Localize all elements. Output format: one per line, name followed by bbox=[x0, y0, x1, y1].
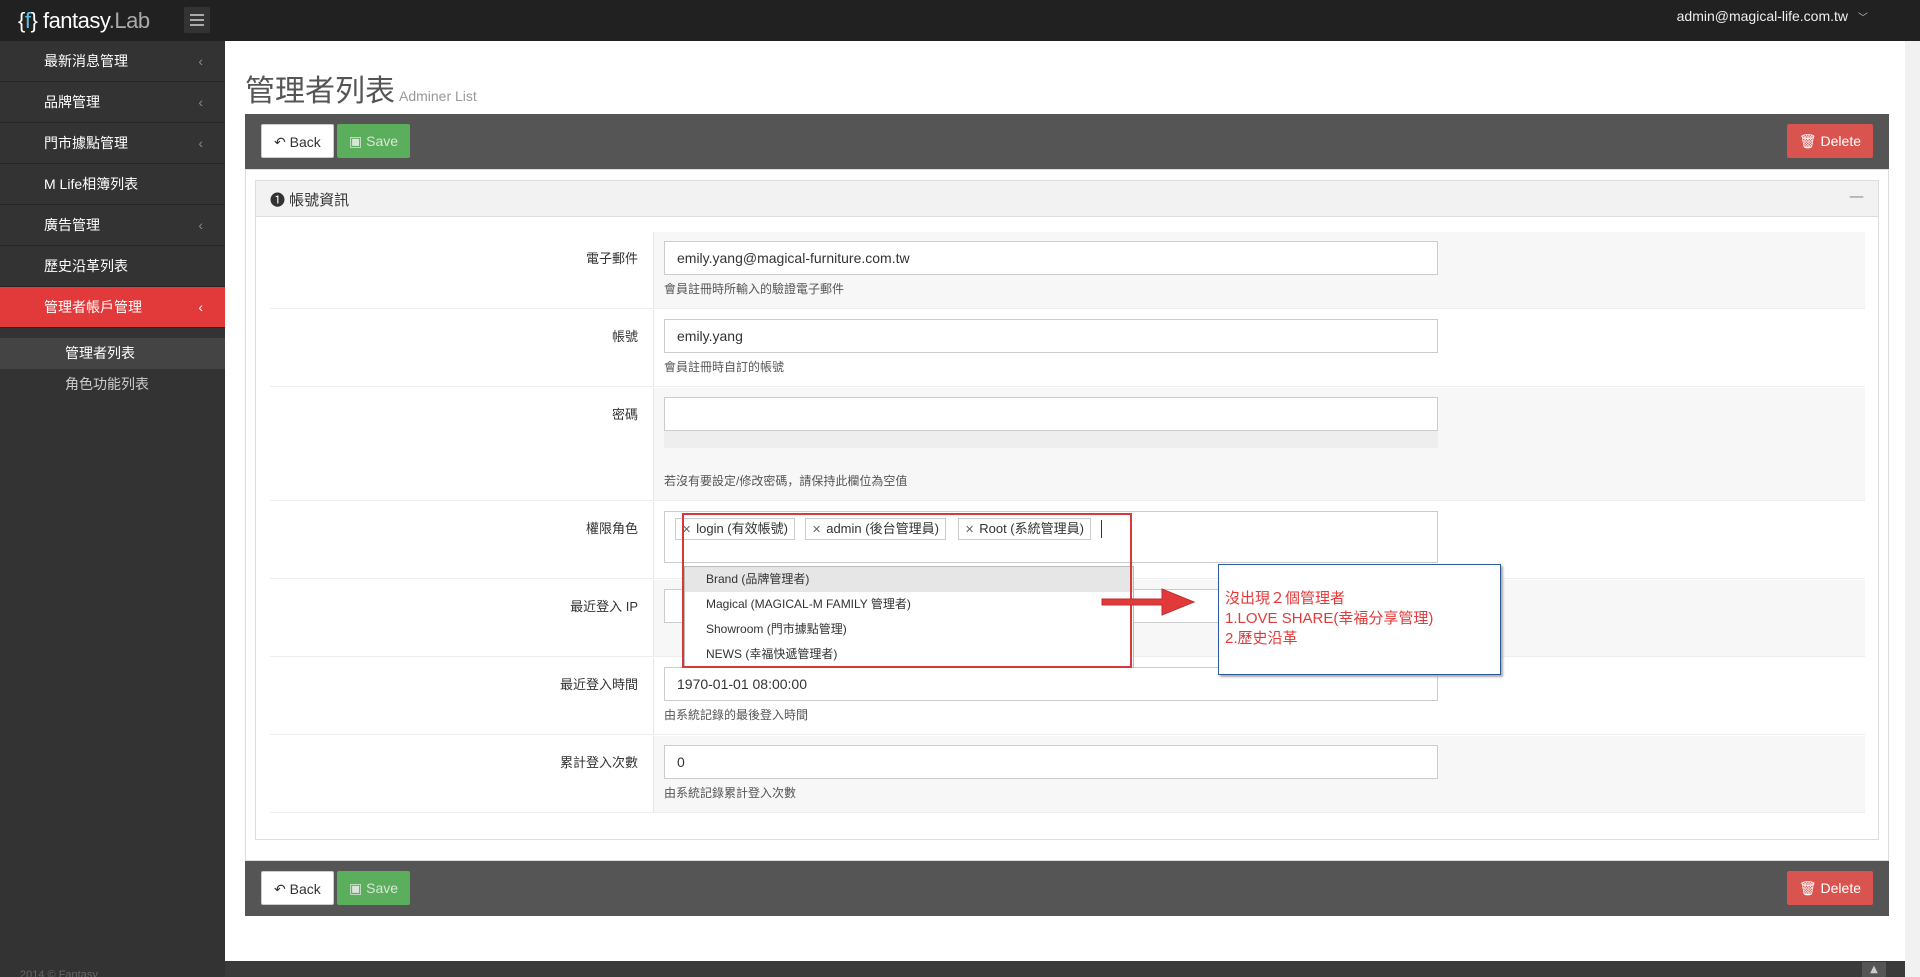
annotation-callout: 沒出現２個管理者 1.LOVE SHARE(幸福分享管理) 2.歷史沿革 bbox=[1218, 564, 1501, 675]
email-label: 電子郵件 bbox=[270, 232, 654, 308]
save-button[interactable]: ▣ Save bbox=[337, 871, 411, 905]
roles-label: 權限角色 bbox=[270, 502, 654, 578]
form-row-email: 電子郵件 emily.yang@magical-furniture.com.tw… bbox=[270, 232, 1865, 309]
highlight-box bbox=[682, 513, 1132, 668]
collapse-icon[interactable]: — bbox=[1849, 187, 1864, 205]
sidebar-item-albums[interactable]: M Life相簿列表 bbox=[0, 164, 225, 205]
sidebar-subitem-role-list[interactable]: 角色功能列表 bbox=[0, 369, 225, 400]
form-row-login-count: 累計登入次數 0 由系統記錄累計登入次數 bbox=[270, 736, 1865, 813]
footer-bar bbox=[225, 961, 1905, 977]
email-help: 會員註冊時所輸入的驗證電子郵件 bbox=[664, 282, 845, 296]
reply-icon: ↶ bbox=[274, 134, 290, 150]
top-toolbar: ↶ Back ▣ Save 🗑 Delete bbox=[245, 114, 1889, 169]
back-label: Back bbox=[289, 881, 321, 897]
account-panel-inner: ➊ 帳號資訊 — 電子郵件 emily.yang@magical-furnitu… bbox=[255, 180, 1879, 840]
account-help: 會員註冊時自訂的帳號 bbox=[664, 360, 785, 374]
menu-toggle-button[interactable] bbox=[184, 7, 210, 33]
page-title-main: 管理者列表 bbox=[245, 75, 395, 108]
annotation-arrow-icon bbox=[1101, 588, 1196, 616]
delete-button[interactable]: 🗑 Delete bbox=[1786, 124, 1873, 158]
page-subtitle: Adminer List bbox=[399, 88, 477, 104]
panel-title-text: 帳號資訊 bbox=[289, 192, 350, 209]
chevron-left-icon: ‹ bbox=[198, 135, 203, 151]
password-strength-bar bbox=[664, 431, 1438, 448]
sidebar-item-label: 門市據點管理 bbox=[44, 135, 128, 151]
save-label: Save bbox=[366, 133, 399, 149]
user-email: admin@magical-life.com.tw bbox=[1676, 8, 1848, 24]
password-help: 若沒有要設定/修改密碼，請保持此欄位為空值 bbox=[664, 474, 908, 488]
logo-name: fantasy bbox=[37, 8, 109, 33]
sidebar-item-news[interactable]: 最新消息管理 ‹ bbox=[0, 41, 225, 82]
hamburger-icon-bar bbox=[190, 19, 204, 21]
last-ip-label: 最近登入 IP bbox=[270, 580, 654, 656]
main-content: 管理者列表 Adminer List ↶ Back ▣ Save 🗑 Delete… bbox=[225, 41, 1905, 961]
reply-icon: ↶ bbox=[274, 881, 290, 897]
sidebar-submenu: 管理者列表 角色功能列表 bbox=[0, 328, 225, 400]
user-menu[interactable]: admin@magical-life.com.tw ﹀ bbox=[1677, 8, 1868, 24]
floppy-icon: ▣ bbox=[349, 133, 367, 149]
sidebar-item-label: M Life相簿列表 bbox=[44, 176, 139, 192]
delete-button[interactable]: 🗑 Delete bbox=[1786, 871, 1873, 905]
chevron-circle-right-icon: ➊ bbox=[270, 192, 290, 209]
chevron-left-icon: ‹ bbox=[198, 217, 203, 233]
chevron-left-icon: ‹ bbox=[198, 299, 203, 315]
annotation-line: 沒出現２個管理者 bbox=[1225, 590, 1346, 607]
sidebar-item-label: 品牌管理 bbox=[44, 94, 100, 110]
panel-header: ➊ 帳號資訊 — bbox=[256, 181, 1878, 217]
logo-brace-open: { bbox=[18, 8, 25, 33]
app-logo[interactable]: {f} fantasy.Lab bbox=[18, 8, 150, 34]
sidebar: 最新消息管理 ‹ 品牌管理 ‹ 門市據點管理 ‹ M Life相簿列表 廣告管理 ‹ 歷… bbox=[0, 41, 225, 977]
trash-icon: 🗑 bbox=[1798, 880, 1821, 896]
trash-icon: 🗑 bbox=[1798, 133, 1821, 149]
password-field[interactable] bbox=[664, 397, 1438, 431]
sidebar-subitem-admin-list[interactable]: 管理者列表 bbox=[0, 338, 225, 369]
save-label: Save bbox=[366, 880, 399, 896]
scrollbar[interactable] bbox=[1905, 41, 1920, 977]
hamburger-icon-bar bbox=[190, 24, 204, 26]
login-count-help: 由系統記錄累計登入次數 bbox=[664, 786, 797, 800]
form-row-last-time: 最近登入時間 1970-01-01 08:00:00 由系統記錄的最後登入時間 bbox=[270, 658, 1865, 735]
sidebar-item-admin-accounts[interactable]: 管理者帳戶管理 ‹ bbox=[0, 287, 225, 328]
chevron-down-icon: ﹀ bbox=[1858, 13, 1868, 24]
bottom-toolbar: ↶ Back ▣ Save 🗑 Delete bbox=[245, 861, 1889, 916]
account-field[interactable]: emily.yang bbox=[664, 319, 1438, 353]
account-label: 帳號 bbox=[270, 310, 654, 386]
back-label: Back bbox=[289, 134, 321, 150]
sidebar-item-ads[interactable]: 廣告管理 ‹ bbox=[0, 205, 225, 246]
top-bar: {f} fantasy.Lab admin@magical-life.com.t… bbox=[0, 0, 1920, 41]
form-row-account: 帳號 emily.yang 會員註冊時自訂的帳號 bbox=[270, 310, 1865, 387]
sidebar-item-label: 最新消息管理 bbox=[44, 53, 128, 69]
password-label: 密碼 bbox=[270, 388, 654, 500]
login-count-field[interactable]: 0 bbox=[664, 745, 1438, 779]
delete-label: Delete bbox=[1820, 880, 1861, 896]
copyright: 2014 © Fantasy bbox=[20, 969, 98, 977]
last-time-label: 最近登入時間 bbox=[270, 658, 654, 734]
sidebar-item-history[interactable]: 歷史沿革列表 bbox=[0, 246, 225, 287]
floppy-icon: ▣ bbox=[349, 880, 367, 896]
form-row-password: 密碼 若沒有要設定/修改密碼，請保持此欄位為空值 bbox=[270, 388, 1865, 501]
back-button[interactable]: ↶ Back bbox=[261, 871, 334, 905]
login-count-label: 累計登入次數 bbox=[270, 736, 654, 812]
save-button[interactable]: ▣ Save bbox=[337, 124, 411, 158]
email-field[interactable]: emily.yang@magical-furniture.com.tw bbox=[664, 241, 1438, 275]
last-time-help: 由系統記錄的最後登入時間 bbox=[664, 708, 809, 722]
sidebar-item-label: 歷史沿革列表 bbox=[44, 258, 128, 274]
annotation-line: 1.LOVE SHARE(幸福分享管理) bbox=[1225, 610, 1434, 627]
delete-label: Delete bbox=[1820, 133, 1861, 149]
sidebar-item-brand[interactable]: 品牌管理 ‹ bbox=[0, 82, 225, 123]
chevron-left-icon: ‹ bbox=[198, 94, 203, 110]
sidebar-item-label: 管理者帳戶管理 bbox=[44, 299, 142, 315]
scroll-top-icon[interactable]: ▲ bbox=[1862, 962, 1886, 977]
sidebar-item-label: 廣告管理 bbox=[44, 217, 100, 233]
page-title: 管理者列表 Adminer List bbox=[245, 66, 477, 110]
chevron-left-icon: ‹ bbox=[198, 53, 203, 69]
panel-title: ➊ 帳號資訊 bbox=[270, 189, 349, 210]
logo-lab: .Lab bbox=[108, 8, 150, 33]
annotation-line: 2.歷史沿革 bbox=[1225, 630, 1298, 647]
hamburger-icon bbox=[190, 14, 204, 16]
back-button[interactable]: ↶ Back bbox=[261, 124, 334, 158]
sidebar-item-stores[interactable]: 門市據點管理 ‹ bbox=[0, 123, 225, 164]
